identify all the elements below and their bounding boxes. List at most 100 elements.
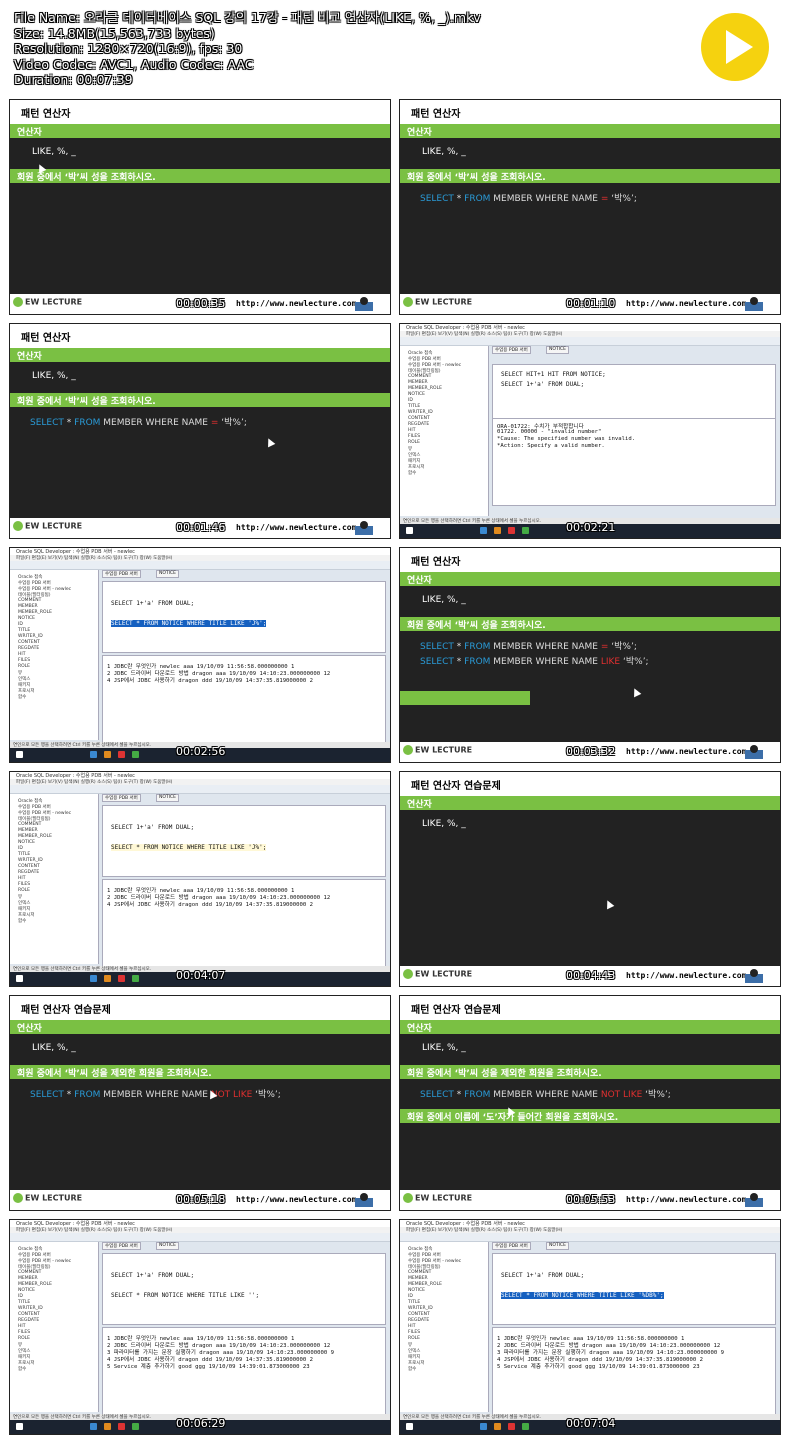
thumb-6[interactable]: 패턴 연산자 연산자 LIKE, %, _ 회원 중에서 ‘박’씨 성을 조회하… <box>399 547 781 763</box>
tree-item[interactable]: COMMENT <box>18 1270 41 1275</box>
thumb-8[interactable]: 패턴 연산자 연습문제 연산자 LIKE, %, _ EW LECTURE ht… <box>399 771 781 987</box>
tree-item[interactable]: ID <box>18 622 23 627</box>
tree-item[interactable]: TITLE <box>18 628 30 633</box>
tab-notice[interactable]: NOTICE <box>546 1242 569 1250</box>
thumb-7[interactable]: Oracle SQL Developer : 수업용 PDB 서버 - newl… <box>9 771 391 987</box>
app-icon[interactable] <box>494 527 501 534</box>
tab-notice[interactable]: NOTICE <box>156 1242 179 1250</box>
tree-item[interactable]: FILES <box>18 1330 30 1335</box>
thumb-4[interactable]: Oracle SQL Developer : 수업용 PDB 서버 - newl… <box>399 323 781 539</box>
app-icon[interactable] <box>90 975 97 982</box>
app-icon[interactable] <box>508 1423 515 1430</box>
tree-item[interactable]: CONTENT <box>408 416 430 421</box>
tree-item[interactable]: CONTENT <box>18 640 40 645</box>
tree-item[interactable]: COMMENT <box>18 598 41 603</box>
sql-editor[interactable]: SELECT 1+'a' FROM DUAL; SELECT * FROM NO… <box>102 1253 386 1325</box>
tree-item[interactable]: 함수 <box>18 1366 26 1372</box>
thumb-12[interactable]: Oracle SQL Developer : 수업용 PDB 서버 - newl… <box>399 1219 781 1435</box>
tree-item[interactable]: MEMBER <box>408 380 428 385</box>
tree-item[interactable]: REGDATE <box>18 646 39 651</box>
start-icon[interactable] <box>16 751 23 758</box>
app-icon[interactable] <box>480 527 487 534</box>
tab-notice[interactable]: NOTICE <box>546 346 569 354</box>
tree-item[interactable]: MEMBER_ROLE <box>408 386 442 391</box>
tree-item[interactable]: REGDATE <box>18 1318 39 1323</box>
tree-item[interactable]: NOTICE <box>408 392 425 397</box>
play-button[interactable] <box>701 13 769 81</box>
tree-item[interactable]: MEMBER_ROLE <box>18 834 52 839</box>
thumb-10[interactable]: 패턴 연산자 연습문제 연산자 LIKE, %, _ 회원 중에서 ‘박’씨 성… <box>399 995 781 1211</box>
tab-connection[interactable]: 수업용 PDB 서버 <box>102 794 141 802</box>
tab-connection[interactable]: 수업용 PDB 서버 <box>102 1242 141 1250</box>
tree-item[interactable]: WRITER_ID <box>18 858 43 863</box>
tree-item[interactable]: MEMBER_ROLE <box>408 1282 442 1287</box>
app-icon[interactable] <box>132 975 139 982</box>
tree-item[interactable]: COMMENT <box>18 822 41 827</box>
sql-editor[interactable]: SELECT 1+'a' FROM DUAL; SELECT * FROM NO… <box>492 1253 776 1325</box>
tree-item[interactable]: 함수 <box>18 694 26 700</box>
tab-connection[interactable]: 수업용 PDB 서버 <box>492 1242 531 1250</box>
tree-item[interactable]: NOTICE <box>18 616 35 621</box>
tree-item[interactable]: WRITER_ID <box>408 410 433 415</box>
thumb-11[interactable]: Oracle SQL Developer : 수업용 PDB 서버 - newl… <box>9 1219 391 1435</box>
thumb-1[interactable]: 패턴 연산자 연산자 LIKE, %, _ 회원 중에서 ‘박’씨 성을 조회하… <box>9 99 391 315</box>
tree-item[interactable]: MEMBER <box>408 1276 428 1281</box>
tree-item[interactable]: COMMENT <box>408 1270 431 1275</box>
tree-item[interactable]: WRITER_ID <box>18 634 43 639</box>
tree-item[interactable]: FILES <box>408 434 420 439</box>
tree-item[interactable]: 함수 <box>18 918 26 924</box>
app-icon[interactable] <box>118 1423 125 1430</box>
app-icon[interactable] <box>522 1423 529 1430</box>
tree-item[interactable]: CONTENT <box>408 1312 430 1317</box>
tree-item[interactable]: MEMBER <box>18 1276 38 1281</box>
tree-item[interactable]: FILES <box>408 1330 420 1335</box>
tree-item[interactable]: ROLE <box>18 664 30 669</box>
tree-item[interactable]: WRITER_ID <box>408 1306 433 1311</box>
tree-item[interactable]: MEMBER_ROLE <box>18 610 52 615</box>
thumb-3[interactable]: 패턴 연산자 연산자 LIKE, %, _ 회원 중에서 ‘박’씨 성을 조회하… <box>9 323 391 539</box>
app-icon[interactable] <box>104 975 111 982</box>
tree-item[interactable]: ID <box>408 398 413 403</box>
tree-item[interactable]: TITLE <box>408 404 420 409</box>
tree-item[interactable]: REGDATE <box>408 1318 429 1323</box>
start-icon[interactable] <box>406 527 413 534</box>
tree-item[interactable]: COMMENT <box>408 374 431 379</box>
tree-item[interactable]: NOTICE <box>408 1288 425 1293</box>
tree-item[interactable]: ID <box>408 1294 413 1299</box>
tree-item[interactable]: NOTICE <box>18 840 35 845</box>
tree-item[interactable]: ROLE <box>408 440 420 445</box>
tree-item[interactable]: REGDATE <box>408 422 429 427</box>
tree-item[interactable]: REGDATE <box>18 870 39 875</box>
app-icon[interactable] <box>508 527 515 534</box>
tree-item[interactable]: TITLE <box>408 1300 420 1305</box>
tree-item[interactable]: ROLE <box>408 1336 420 1341</box>
tree-item[interactable]: MEMBER_ROLE <box>18 1282 52 1287</box>
tab-notice[interactable]: NOTICE <box>156 570 179 578</box>
app-icon[interactable] <box>522 527 529 534</box>
tree-item[interactable]: HIT <box>18 652 25 657</box>
tree-item[interactable]: CONTENT <box>18 864 40 869</box>
tree-item[interactable]: ID <box>18 1294 23 1299</box>
tree-item[interactable]: 함수 <box>408 470 416 476</box>
tree-item[interactable]: MEMBER <box>18 604 38 609</box>
tree-item[interactable]: FILES <box>18 882 30 887</box>
tree-item[interactable]: FILES <box>18 658 30 663</box>
start-icon[interactable] <box>16 1423 23 1430</box>
tree-item[interactable]: WRITER_ID <box>18 1306 43 1311</box>
app-icon[interactable] <box>104 751 111 758</box>
tree-item[interactable]: TITLE <box>18 1300 30 1305</box>
tree-item[interactable]: 함수 <box>408 1366 416 1372</box>
thumb-5[interactable]: Oracle SQL Developer : 수업용 PDB 서버 - newl… <box>9 547 391 763</box>
thumb-9[interactable]: 패턴 연산자 연습문제 연산자 LIKE, %, _ 회원 중에서 ‘박’씨 성… <box>9 995 391 1211</box>
app-icon[interactable] <box>480 1423 487 1430</box>
tree-item[interactable]: ROLE <box>18 1336 30 1341</box>
tree-item[interactable]: ID <box>18 846 23 851</box>
tree-item[interactable]: ROLE <box>18 888 30 893</box>
sql-editor[interactable]: SELECT 1+'a' FROM DUAL; SELECT * FROM NO… <box>102 805 386 877</box>
thumb-2[interactable]: 패턴 연산자 연산자 LIKE, %, _ 회원 중에서 ‘박’씨 성을 조회하… <box>399 99 781 315</box>
app-icon[interactable] <box>90 751 97 758</box>
tab-connection[interactable]: 수업용 PDB 서버 <box>492 346 531 354</box>
tab-notice[interactable]: NOTICE <box>156 794 179 802</box>
app-icon[interactable] <box>132 751 139 758</box>
app-icon[interactable] <box>104 1423 111 1430</box>
